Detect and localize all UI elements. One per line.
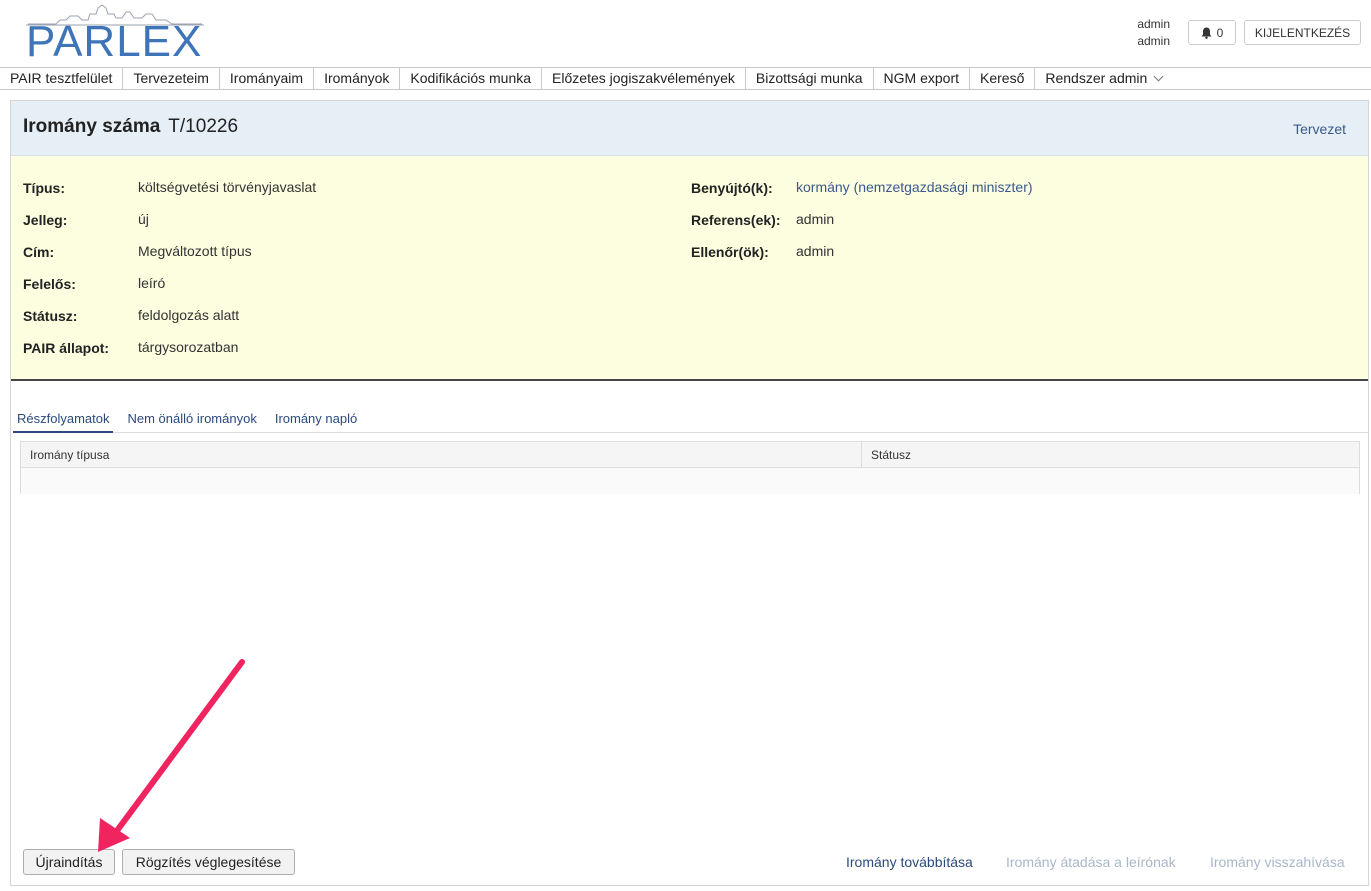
nav-item-pair-test[interactable]: PAIR tesztfelület [0,68,124,89]
detail-value-character: új [138,211,149,227]
nav-item-documents[interactable]: Irományok [314,68,401,89]
logout-button[interactable]: KIJELENTKEZÉS [1244,20,1361,45]
nav-item-system-admin[interactable]: Rendszer admin [1035,68,1172,89]
tab-document-log[interactable]: Iromány napló [271,406,361,433]
nav-item-search[interactable]: Kereső [970,68,1036,89]
detail-label-responsible: Felelős: [23,276,76,292]
page-title: Iromány száma T/10226 [23,116,238,138]
detail-label-type: Típus: [23,180,65,196]
detail-label-referent: Referens(ek): [691,212,781,228]
notifications-count: 0 [1216,25,1224,40]
document-number: T/10226 [168,116,239,137]
forward-document-link[interactable]: Iromány továbbítása [846,854,973,870]
detail-label-controller: Ellenőr(ök): [691,244,769,260]
detail-label-title: Cím: [23,244,55,260]
detail-value-controller: admin [796,243,835,259]
detail-label-status: Státusz: [23,308,78,324]
document-header: Iromány száma T/10226 Tervezet [11,101,1368,156]
detail-label-submitter: Benyújtó(k): [691,180,773,196]
column-header-status[interactable]: Státusz [862,442,1359,467]
nav-item-committee-work[interactable]: Bizottsági munka [746,68,874,89]
detail-value-submitter[interactable]: kormány (nemzetgazdasági miniszter) [796,179,1033,195]
withdraw-document-link: Iromány visszahívása [1210,854,1345,870]
tab-subprocesses[interactable]: Részfolyamatok [13,406,114,433]
nav-item-my-documents[interactable]: Irományaim [220,68,315,89]
table-header: Iromány típusa Státusz [21,442,1359,468]
document-panel: Iromány száma T/10226 Tervezet Típus: köl… [10,100,1369,886]
document-details: Típus: költségvetési törvényjavaslat Jel… [11,156,1368,381]
finalize-recording-button[interactable]: Rögzítés véglegesítése [122,849,295,875]
bell-icon [1201,27,1212,39]
document-tabs: Részfolyamatok Nem önálló irományok Irom… [13,406,1368,433]
nav-item-ngm-export[interactable]: NGM export [874,68,970,89]
detail-value-title: Megváltozott típus [138,243,252,259]
detail-label-character: Jelleg: [23,212,68,228]
nav-item-legal-opinions[interactable]: Előzetes jogiszakvélemények [542,68,746,89]
detail-value-type: költségvetési törvényjavaslat [138,179,317,195]
detail-value-responsible: leíró [138,275,166,291]
nav-item-my-drafts[interactable]: Tervezeteim [123,68,220,89]
column-header-document-type[interactable]: Iromány típusa [21,442,862,467]
tab-dependent-documents[interactable]: Nem önálló irományok [123,406,260,433]
detail-label-pair-state: PAIR állapot: [23,340,110,356]
app-header: PARLEX admin admin 0 KIJELENTKEZÉS [0,0,1371,67]
subprocess-table: Iromány típusa Státusz [20,441,1360,494]
user-info: admin admin [1120,16,1170,50]
detail-value-pair-state: tárgysorozatban [138,339,239,355]
logo-text: PARLEX [26,17,203,66]
user-name: admin [1137,17,1170,31]
detail-value-status: feldolgozás alatt [138,307,240,323]
detail-value-referent: admin [796,211,835,227]
document-status-link[interactable]: Tervezet [1293,121,1346,137]
handover-to-typist-link: Iromány átadása a leírónak [1006,854,1176,870]
document-number-label: Iromány száma [23,116,161,137]
main-nav: PAIR tesztfelület Tervezeteim Irományaim… [0,67,1371,90]
nav-item-codification[interactable]: Kodifikációs munka [400,68,543,89]
parlex-logo[interactable]: PARLEX [26,4,204,64]
table-empty-row [21,468,1359,494]
notifications-button[interactable]: 0 [1188,20,1236,45]
user-role: admin [1137,34,1170,48]
restart-button[interactable]: Újraindítás [23,849,115,875]
chevron-down-icon [1153,71,1164,82]
